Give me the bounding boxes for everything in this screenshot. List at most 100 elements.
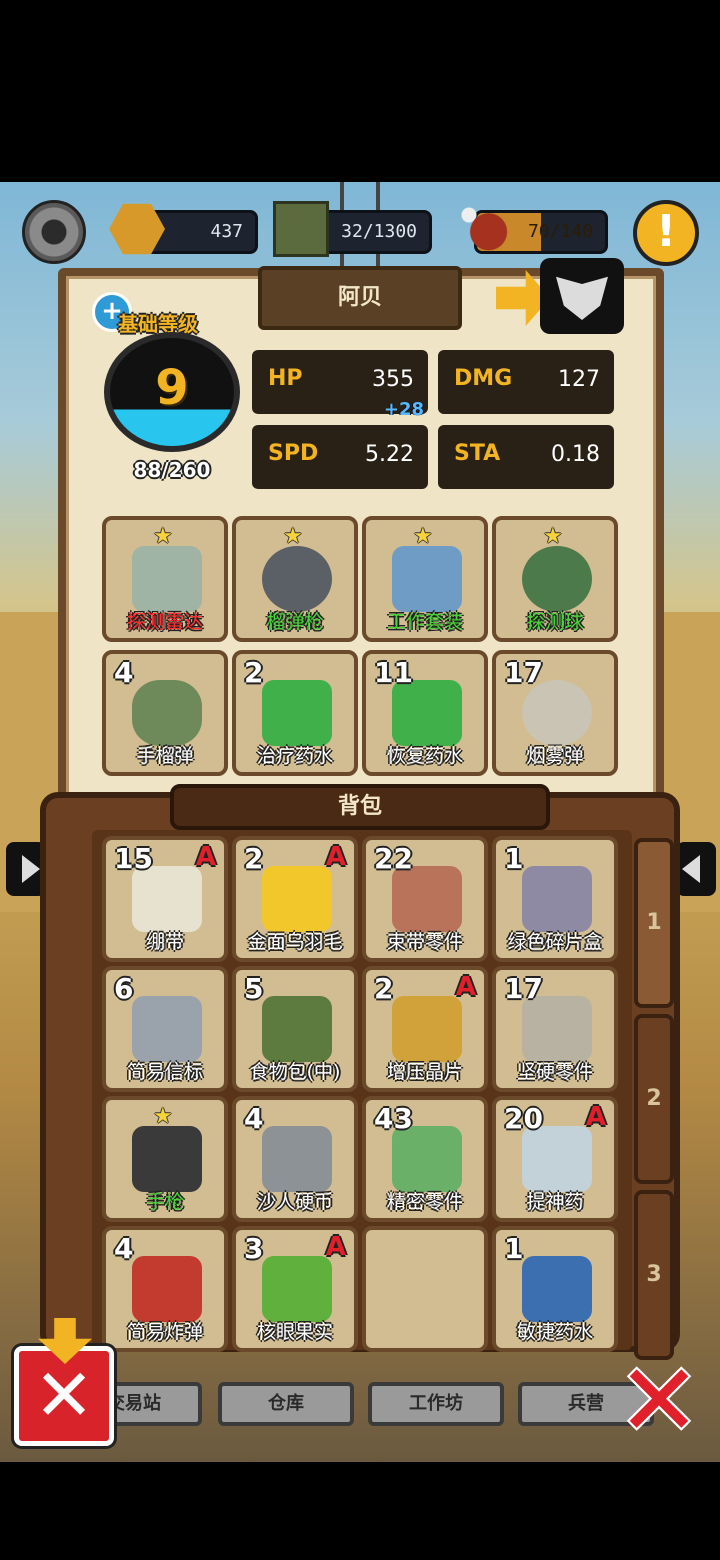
item-label: 烟雾弹: [526, 745, 584, 767]
equipment-slot-probe-ball[interactable]: ★ 探测球: [492, 516, 618, 642]
backpack-page-tab-2[interactable]: 2: [634, 1014, 674, 1184]
food-pack-icon: [262, 996, 332, 1062]
stat-hp-label: HP: [268, 366, 303, 391]
class-badge-button[interactable]: [540, 258, 624, 334]
backpack-slot-empty[interactable]: [362, 1226, 488, 1352]
item-label: 恢复药水: [386, 745, 463, 767]
backpack-slot-pistol[interactable]: ★ 手枪: [102, 1096, 228, 1222]
energizer-icon: [522, 1126, 592, 1192]
xp-progress-text: 88/260: [133, 458, 211, 482]
radar-icon: [132, 546, 202, 612]
nuclear-eye-fruit-icon: [262, 1256, 332, 1322]
food-resource-counter: 70/140: [455, 201, 608, 257]
hard-parts-icon: [522, 996, 592, 1062]
backpack-slot-bandage[interactable]: 15 A 绷带: [102, 836, 228, 962]
backpack-slot-simple-beacon[interactable]: 6 简易信标: [102, 966, 228, 1092]
star-icon: ★: [153, 1104, 173, 1129]
quick-item-smoke-bomb[interactable]: 17 烟雾弹: [492, 650, 618, 776]
item-quantity: 6: [114, 972, 134, 1005]
backpack-slot-golden-feather[interactable]: 2 A 金面乌羽毛: [232, 836, 358, 962]
simple-bomb-icon: [132, 1256, 202, 1322]
shield-emblem-icon: [556, 276, 608, 320]
grenade-icon: [132, 680, 202, 746]
equipment-label: 探测雷达: [126, 611, 203, 633]
backpack-slot-nuclear-eye-fruit[interactable]: 3 A 核眼果实: [232, 1226, 358, 1352]
left-arrow-icon: [22, 855, 40, 883]
stat-spd-value: 5.22: [365, 442, 414, 467]
precision-parts-icon: [392, 1126, 462, 1192]
backpack-page-tab-3[interactable]: 3: [634, 1190, 674, 1360]
agility-potion-icon: [522, 1256, 592, 1322]
stat-hp-value: 355: [372, 367, 414, 392]
item-label: 手枪: [145, 1191, 184, 1213]
backpack-slot-green-fragment-box[interactable]: 1 绿色碎片盒: [492, 836, 618, 962]
nav-workshop[interactable]: 工作坊: [368, 1382, 504, 1426]
backpack-slot-sandman-coin[interactable]: 4 沙人硬币: [232, 1096, 358, 1222]
item-rank-badge: A: [195, 842, 216, 872]
stat-dmg-value: 127: [558, 367, 600, 392]
equipment-label: 工作套装: [386, 611, 463, 633]
backpack-slot-strap-parts[interactable]: 22 束带零件: [362, 836, 488, 962]
backpack-slot-hard-parts[interactable]: 17 坚硬零件: [492, 966, 618, 1092]
item-label: 金面乌羽毛: [247, 931, 343, 953]
meat-icon: [455, 201, 511, 257]
equipment-slot-grenade-launcher[interactable]: ★ 榴弹枪: [232, 516, 358, 642]
stat-sta: STA 0.18: [438, 425, 614, 489]
item-rank-badge: A: [585, 1102, 606, 1132]
item-quantity: 4: [114, 656, 134, 689]
close-button[interactable]: ✕: [612, 1351, 706, 1451]
item-rank-badge: A: [455, 972, 476, 1002]
settings-gear-icon[interactable]: [22, 200, 86, 264]
item-label: 沙人硬币: [256, 1191, 333, 1213]
quick-item-grenade[interactable]: 4 手榴弹: [102, 650, 228, 776]
item-quantity: 2: [244, 656, 264, 689]
item-label: 食物包(中): [249, 1061, 341, 1083]
nav-warehouse[interactable]: 仓库: [218, 1382, 354, 1426]
item-quantity: 4: [114, 1232, 134, 1265]
backpack-slot-food-pack[interactable]: 5 食物包(中): [232, 966, 358, 1092]
item-rank-badge: A: [325, 842, 346, 872]
crate-resource-counter: 32/1300: [273, 201, 432, 257]
item-quantity: 5: [244, 972, 264, 1005]
item-quantity: 17: [504, 656, 543, 689]
backpack-slot-booster-chip[interactable]: 2 A 增压晶片: [362, 966, 488, 1092]
item-label: 简易信标: [126, 1061, 203, 1083]
ammo-crate-icon: [273, 201, 329, 257]
alert-exclamation-button[interactable]: !: [633, 200, 699, 266]
item-quantity: 2: [374, 972, 394, 1005]
backpack-slot-simple-bomb[interactable]: 4 简易炸弹: [102, 1226, 228, 1352]
crate-resource-value: 32/1300: [341, 221, 417, 242]
equipment-slot-radar[interactable]: ★ 探测雷达: [102, 516, 228, 642]
next-character-arrow[interactable]: [676, 842, 716, 896]
item-label: 精密零件: [386, 1191, 463, 1213]
strap-parts-icon: [392, 866, 462, 932]
equipment-slot-work-suit[interactable]: ★ 工作套装: [362, 516, 488, 642]
backpack-page-tab-1[interactable]: 1: [634, 838, 674, 1008]
character-name: 阿贝: [258, 266, 462, 330]
item-label: 坚硬零件: [516, 1061, 593, 1083]
healing-potion-icon: [262, 680, 332, 746]
stat-dmg: DMG 127: [438, 350, 614, 414]
bandage-icon: [132, 866, 202, 932]
item-label: 敏捷药水: [516, 1321, 593, 1343]
backpack-slot-precision-parts[interactable]: 43 精密零件: [362, 1096, 488, 1222]
equipment-label: 探测球: [526, 611, 584, 633]
quick-item-recovery-potion[interactable]: 11 恢复药水: [362, 650, 488, 776]
backpack-slot-energizer[interactable]: 20 A 提神药: [492, 1096, 618, 1222]
stat-spd-label: SPD: [268, 441, 319, 466]
green-fragment-box-icon: [522, 866, 592, 932]
quick-item-healing-potion[interactable]: 2 治疗药水: [232, 650, 358, 776]
food-resource-value: 70/140: [527, 221, 593, 242]
item-quantity: 1: [504, 1232, 524, 1265]
item-quantity: 20: [504, 1102, 543, 1135]
item-label: 简易炸弹: [126, 1321, 203, 1343]
stat-sta-value: 0.18: [551, 442, 600, 467]
item-label: 束带零件: [386, 931, 463, 953]
item-quantity: 15: [114, 842, 153, 875]
item-quantity: 11: [374, 656, 413, 689]
backpack-slot-agility-potion[interactable]: 1 敏捷药水: [492, 1226, 618, 1352]
hex-resource-counter: 437: [109, 203, 258, 255]
stat-sta-label: STA: [454, 441, 501, 466]
item-quantity: 17: [504, 972, 543, 1005]
item-label: 治疗药水: [256, 745, 333, 767]
